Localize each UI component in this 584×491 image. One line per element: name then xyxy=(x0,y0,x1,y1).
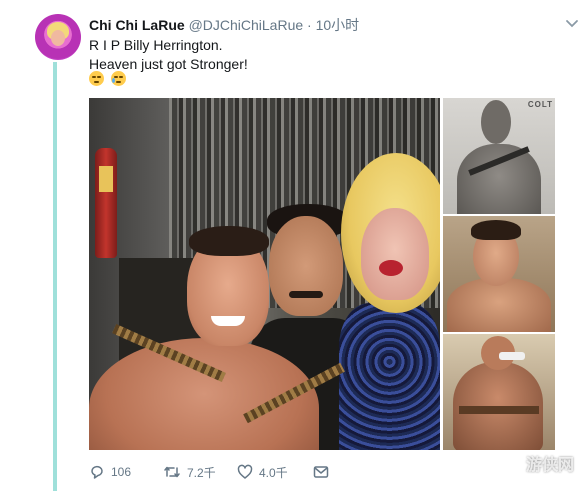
retweet-button[interactable]: 7.2千 xyxy=(163,462,216,482)
side-photo-hair xyxy=(471,220,521,240)
tweet-actions: 106 7.2千 4.0千 xyxy=(89,462,349,482)
user-handle[interactable]: @DJChiChiLaRue xyxy=(189,17,304,33)
side-photo-armband xyxy=(499,352,525,360)
tweet-line: R I P Billy Herrington. xyxy=(89,37,223,53)
display-name[interactable]: Chi Chi LaRue xyxy=(89,17,185,33)
retweet-icon xyxy=(163,464,181,480)
avatar[interactable] xyxy=(35,14,81,60)
reply-button[interactable]: 106 xyxy=(89,462,131,482)
reply-count: 106 xyxy=(111,465,132,479)
fire-extinguisher xyxy=(95,148,117,258)
watermark-logo-icon xyxy=(506,456,524,475)
side-photo-3[interactable] xyxy=(443,334,555,450)
reply-icon xyxy=(89,464,105,480)
side-photo-2[interactable] xyxy=(443,216,555,332)
person-left-smile xyxy=(211,316,245,326)
person-middle-face xyxy=(269,216,343,316)
relieved-face-icon xyxy=(89,71,104,87)
separator-dot: · xyxy=(307,17,312,33)
side-photo-body xyxy=(457,144,541,214)
watermark-text: 游侠网 xyxy=(526,457,575,474)
person-right-dress xyxy=(339,303,440,450)
person-middle-mustache xyxy=(289,291,323,298)
heart-icon xyxy=(237,464,253,480)
like-button[interactable]: 4.0千 xyxy=(237,462,288,482)
retweet-count: 7.2千 xyxy=(187,465,216,480)
tweet-text: R I P Billy Herrington. Heaven just got … xyxy=(89,36,248,74)
side-photo-head xyxy=(481,100,511,144)
crying-face-icon xyxy=(111,71,127,87)
envelope-icon xyxy=(313,464,329,480)
tweet-timestamp[interactable]: 10小时 xyxy=(316,17,360,33)
side-photo-belt xyxy=(459,406,539,414)
like-count: 4.0千 xyxy=(259,465,288,480)
tweet-header: Chi Chi LaRue @DJChiChiLaRue · 10小时 xyxy=(89,16,359,34)
emoji-row xyxy=(89,70,129,88)
side-photo-body xyxy=(447,278,551,332)
chevron-down-icon[interactable] xyxy=(565,16,579,30)
person-left-hair xyxy=(189,226,269,256)
avatar-face xyxy=(51,30,65,46)
group-photo[interactable] xyxy=(89,98,440,450)
direct-message-button[interactable] xyxy=(313,462,329,482)
person-right-face xyxy=(361,208,429,300)
tweet-page: Chi Chi LaRue @DJChiChiLaRue · 10小时 R I … xyxy=(0,0,584,491)
site-watermark: 游侠网 xyxy=(506,452,580,480)
side-photo-text: COLT xyxy=(527,100,553,109)
person-right-mouth xyxy=(379,260,403,276)
tweet-media[interactable]: COLT xyxy=(89,98,555,450)
side-photo-1[interactable]: COLT xyxy=(443,98,555,214)
thread-line xyxy=(53,62,57,491)
